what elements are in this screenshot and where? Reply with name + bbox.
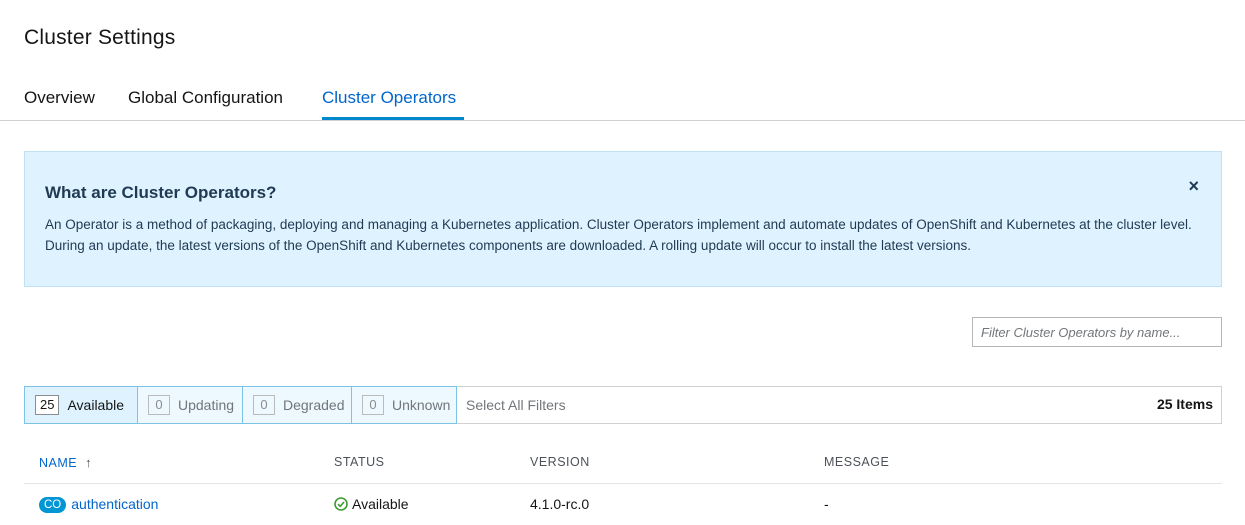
sort-ascending-icon: ↑ [85,455,93,470]
page-title: Cluster Settings [24,26,176,49]
filter-unknown-button[interactable]: 0 Unknown [351,386,457,424]
filter-available-button[interactable]: 25 Available [24,386,138,424]
filter-unknown-count: 0 [362,395,384,415]
message-cell: - [824,496,829,512]
tab-bar: Overview Global Configuration Cluster Op… [0,76,1245,121]
filter-unknown-label: Unknown [392,397,451,413]
column-header-name-label: NAME [39,456,78,470]
column-header-name[interactable]: NAME ↑ [39,455,92,470]
filter-degraded-button[interactable]: 0 Degraded [242,386,352,424]
filter-degraded-label: Degraded [283,397,345,413]
column-header-message[interactable]: MESSAGE [824,455,889,469]
select-all-filters-link[interactable]: Select All Filters [466,397,566,413]
alert-body: An Operator is a method of packaging, de… [45,217,1192,253]
close-icon[interactable]: × [1188,176,1199,197]
filter-available-label: Available [67,397,125,413]
version-cell: 4.1.0-rc.0 [530,496,590,512]
check-circle-icon [334,497,348,514]
active-tab-indicator [322,117,464,120]
tab-global-configuration[interactable]: Global Configuration [128,88,283,108]
operator-name-link[interactable]: authentication [71,496,158,512]
filter-degraded-count: 0 [253,395,275,415]
filter-available-count: 25 [35,395,60,415]
tab-overview[interactable]: Overview [24,88,95,108]
row-filter-bar: 25 Available 0 Updating 0 Degraded 0 Unk… [24,386,1222,424]
column-header-version[interactable]: VERSION [530,455,590,469]
column-header-status[interactable]: STATUS [334,455,384,469]
filter-updating-count: 0 [148,395,170,415]
tab-cluster-operators[interactable]: Cluster Operators [322,88,456,108]
alert-title: What are Cluster Operators? [45,183,277,202]
name-cell: CO authentication [39,496,158,513]
filter-by-name-input[interactable] [972,317,1222,347]
filter-updating-label: Updating [178,397,235,413]
items-count: 25 Items [1156,396,1213,412]
filter-updating-button[interactable]: 0 Updating [137,386,243,424]
status-text: Available [352,496,409,512]
table-header: NAME ↑ STATUS VERSION MESSAGE [24,444,1222,484]
table-row: CO authentication Available 4.1.0-rc.0 - [24,485,1222,525]
cluster-operator-badge: CO [39,497,67,513]
status-cell: Available [334,496,409,514]
info-alert: What are Cluster Operators? An Operator … [24,151,1222,287]
